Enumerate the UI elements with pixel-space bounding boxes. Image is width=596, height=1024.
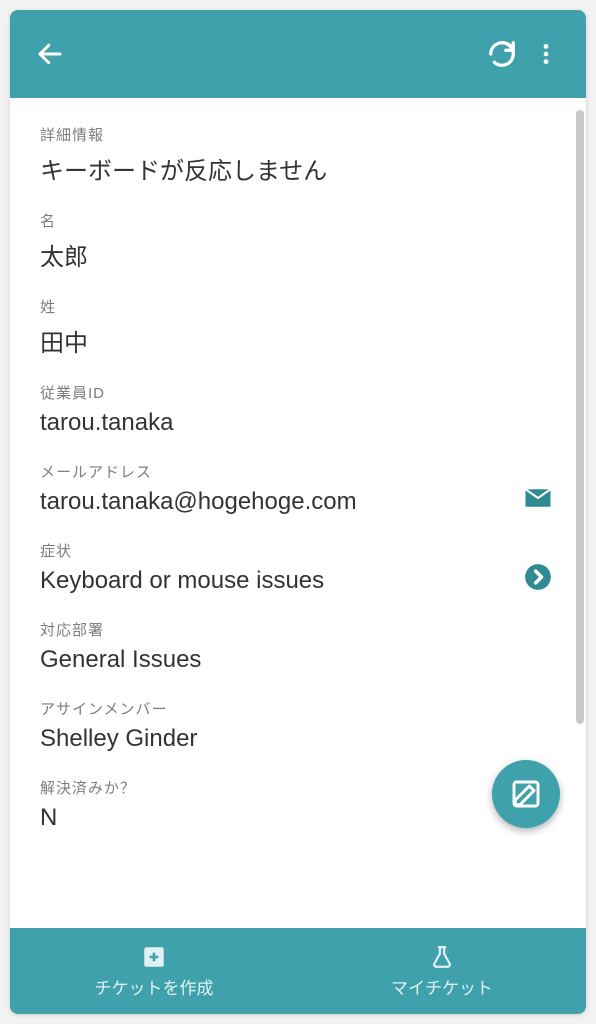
- top-bar: [10, 10, 586, 98]
- email-action-button[interactable]: [520, 480, 556, 516]
- more-button[interactable]: [524, 32, 568, 76]
- field-value: tarou.tanaka@hogehoge.com: [40, 488, 556, 516]
- field-assignee: アサインメンバー Shelley Ginder: [40, 698, 556, 753]
- field-label: 対応部署: [40, 619, 556, 640]
- refresh-button[interactable]: [480, 32, 524, 76]
- field-label: アサインメンバー: [40, 698, 556, 719]
- tab-create-ticket[interactable]: チケットを作成: [10, 928, 298, 1014]
- flask-icon: [429, 944, 455, 970]
- field-label: 詳細情報: [40, 124, 556, 145]
- field-label: 解決済みか？: [40, 777, 556, 798]
- field-value: 田中: [40, 323, 556, 358]
- field-symptom: 症状 Keyboard or mouse issues: [40, 540, 556, 595]
- scrollbar[interactable]: [576, 110, 584, 724]
- more-vertical-icon: [533, 41, 559, 67]
- app-frame: 詳細情報 キーボードが反応しません 名 太郎 姓 田中 従業員ID tarou.…: [10, 10, 586, 1014]
- symptom-navigate-button[interactable]: [520, 559, 556, 595]
- content-area: 詳細情報 キーボードが反応しません 名 太郎 姓 田中 従業員ID tarou.…: [10, 98, 586, 928]
- field-first-name: 名 太郎: [40, 210, 556, 272]
- field-email: メールアドレス tarou.tanaka@hogehoge.com: [40, 461, 556, 516]
- refresh-icon: [487, 39, 517, 69]
- field-value: N: [40, 804, 556, 832]
- field-value: tarou.tanaka: [40, 409, 556, 437]
- field-value: キーボードが反応しません: [40, 151, 556, 186]
- field-label: 症状: [40, 540, 556, 561]
- field-value: Keyboard or mouse issues: [40, 567, 556, 595]
- field-value: Shelley Ginder: [40, 725, 556, 753]
- field-label: メールアドレス: [40, 461, 556, 482]
- tab-label: マイチケット: [391, 974, 493, 999]
- arrow-left-icon: [35, 39, 65, 69]
- chevron-right-circle-icon: [524, 563, 552, 591]
- field-label: 従業員ID: [40, 382, 556, 403]
- tab-my-tickets[interactable]: マイチケット: [298, 928, 586, 1014]
- field-resolved: 解決済みか？ N: [40, 777, 556, 832]
- edit-icon: [510, 778, 542, 810]
- field-label: 名: [40, 210, 556, 231]
- tab-label: チケットを作成: [95, 974, 214, 999]
- bottom-nav: チケットを作成 マイチケット: [10, 928, 586, 1014]
- field-value: General Issues: [40, 646, 556, 674]
- field-employee-id: 従業員ID tarou.tanaka: [40, 382, 556, 437]
- field-value: 太郎: [40, 237, 556, 272]
- field-department: 対応部署 General Issues: [40, 619, 556, 674]
- envelope-icon: [523, 483, 553, 513]
- field-label: 姓: [40, 296, 556, 317]
- plus-square-icon: [141, 944, 167, 970]
- edit-fab[interactable]: [492, 760, 560, 828]
- field-last-name: 姓 田中: [40, 296, 556, 358]
- back-button[interactable]: [28, 32, 72, 76]
- field-detail: 詳細情報 キーボードが反応しません: [40, 124, 556, 186]
